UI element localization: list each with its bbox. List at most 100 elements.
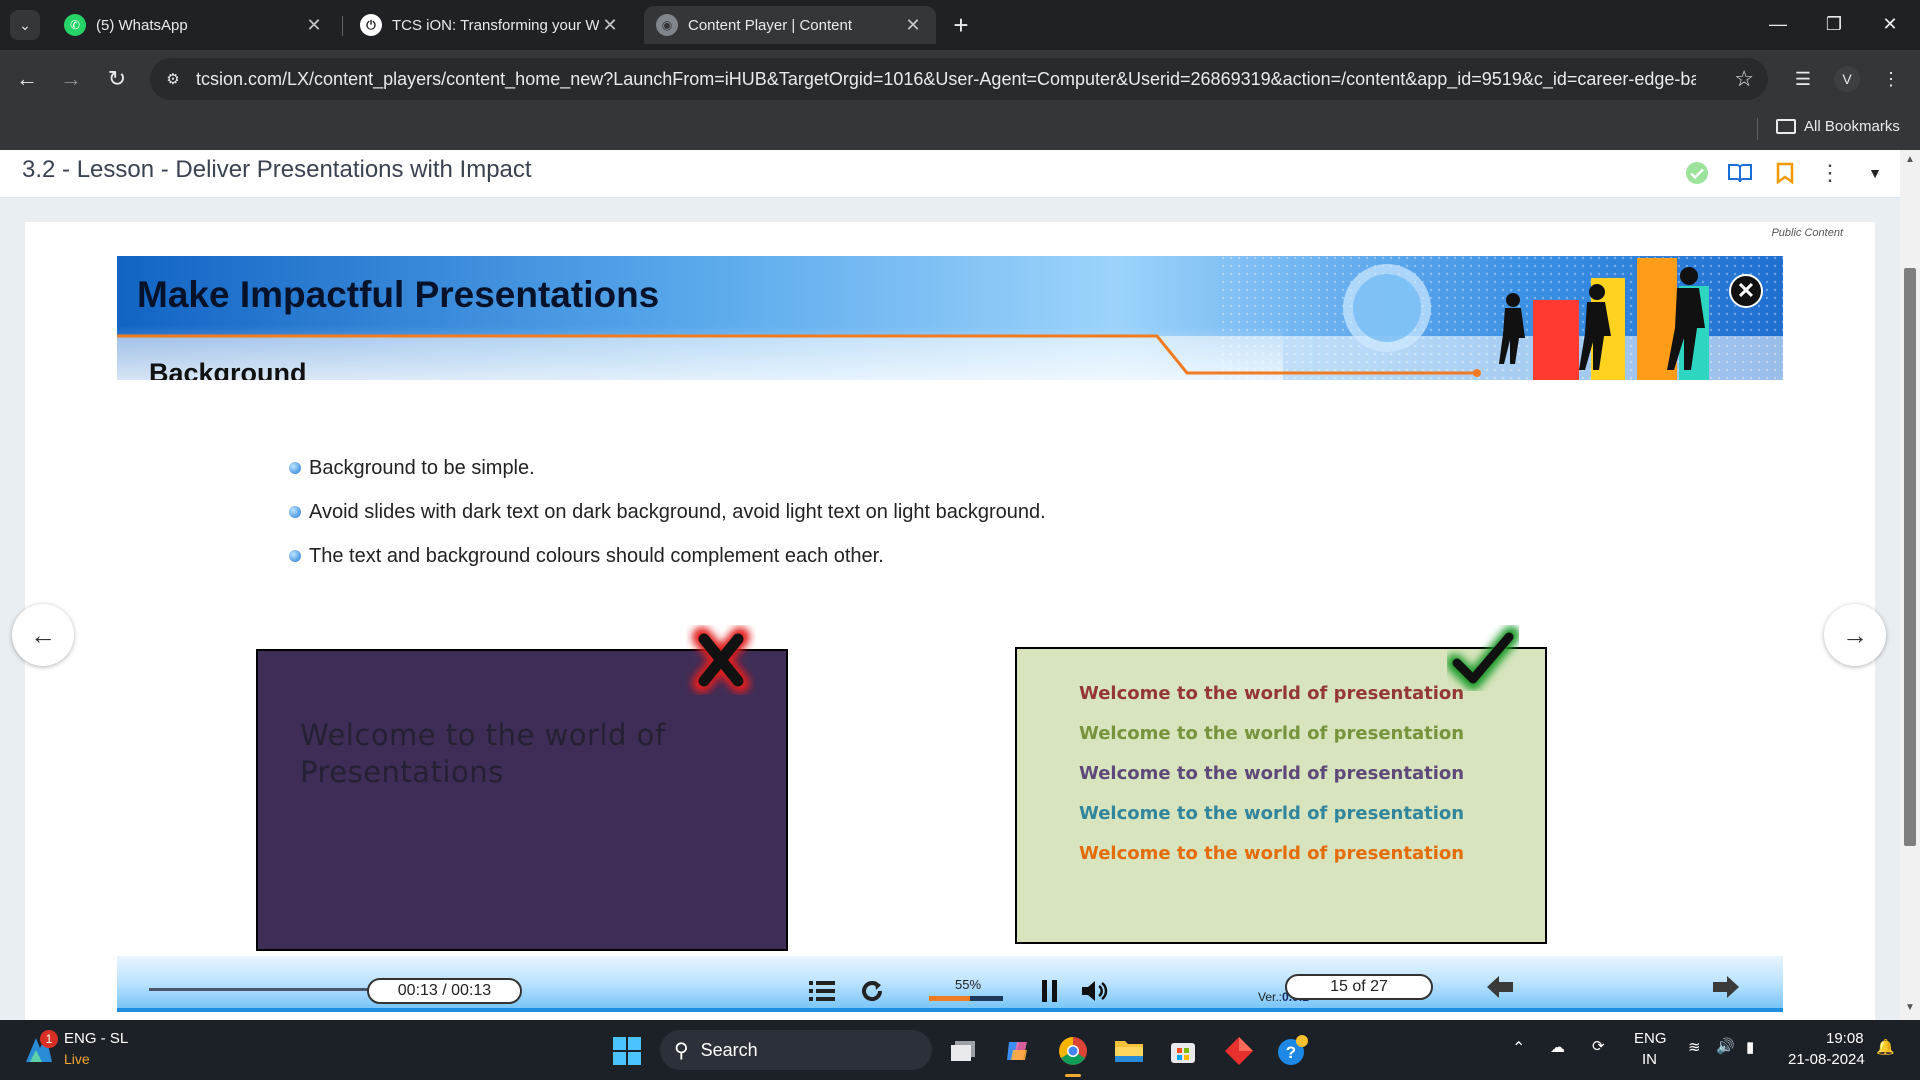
- bookmark-star-icon[interactable]: ☆: [1734, 66, 1754, 92]
- language-bottom[interactable]: IN: [1642, 1051, 1657, 1068]
- tab-title: Content Player | Content: [688, 16, 852, 34]
- bullet-icon: [289, 462, 301, 474]
- notification-bell-icon[interactable]: 🔔: [1876, 1038, 1895, 1056]
- bad-example-text: Welcome to the world of Presentations: [300, 718, 666, 789]
- seek-bar[interactable]: [149, 988, 399, 991]
- menu-list-icon[interactable]: [807, 976, 837, 1006]
- good-example-line: Welcome to the world of presentation: [1079, 803, 1465, 824]
- active-app-indicator: [1065, 1074, 1081, 1077]
- microsoft-store-icon[interactable]: [1164, 1032, 1202, 1070]
- dropdown-caret-icon[interactable]: ▼: [1860, 158, 1890, 188]
- show-hidden-icons[interactable]: ⌃: [1512, 1038, 1525, 1058]
- new-tab-button[interactable]: +: [946, 10, 976, 40]
- tab-tcs-ion[interactable]: ⏻ TCS iON: Transforming your Wo ✕: [348, 6, 633, 44]
- close-slide-icon[interactable]: ✕: [1729, 274, 1763, 308]
- bullet-item: Avoid slides with dark text on dark back…: [289, 490, 1046, 534]
- bookmarks-separator: [1757, 118, 1758, 140]
- app-diamond-icon[interactable]: [1220, 1032, 1258, 1070]
- language-top[interactable]: ENG: [1634, 1030, 1667, 1047]
- scroll-thumb[interactable]: [1904, 268, 1916, 846]
- start-button[interactable]: [608, 1032, 646, 1070]
- onedrive-icon[interactable]: ☁: [1550, 1038, 1565, 1056]
- open-book-icon[interactable]: [1725, 158, 1755, 188]
- all-bookmarks-button[interactable]: All Bookmarks: [1776, 118, 1900, 135]
- more-options-icon[interactable]: ⋮: [1815, 158, 1845, 188]
- weather-title: ENG - SL: [64, 1030, 129, 1047]
- good-example-box: Welcome to the world of presentation Wel…: [1015, 626, 1547, 944]
- bookmarks-bar: All Bookmarks: [0, 108, 1920, 150]
- help-icon[interactable]: ?: [1274, 1032, 1312, 1070]
- chrome-icon[interactable]: [1054, 1032, 1092, 1077]
- progress-label: 55%: [955, 977, 982, 992]
- close-tab-icon[interactable]: ✕: [599, 15, 621, 36]
- slide-subtitle: Background: [149, 358, 307, 380]
- previous-button[interactable]: ←: [12, 604, 74, 666]
- close-window-button[interactable]: ✕: [1862, 0, 1918, 48]
- globe-icon: ◉: [656, 14, 678, 36]
- bullet-icon: [289, 550, 301, 562]
- public-content-label: Public Content: [1771, 227, 1843, 239]
- url-text[interactable]: tcsion.com/LX/content_players/content_ho…: [196, 69, 1696, 90]
- svg-text:?: ?: [1286, 1043, 1296, 1062]
- replay-icon[interactable]: [857, 976, 887, 1006]
- taskbar-search[interactable]: ⚲ Search: [660, 1030, 932, 1070]
- player-controls: 00:13 / 00:13 55% Ver.: 15 of 27: [117, 956, 1783, 1012]
- restore-button[interactable]: ❐: [1806, 0, 1862, 48]
- good-example-line: Welcome to the world of presentation: [1079, 843, 1465, 864]
- task-view-icon[interactable]: [944, 1032, 982, 1070]
- clock-date[interactable]: 21-08-2024: [1788, 1051, 1865, 1068]
- speaker-icon[interactable]: 🔊: [1716, 1037, 1735, 1055]
- lesson-title: 3.2 - Lesson - Deliver Presentations wit…: [22, 156, 532, 183]
- tab-content-player[interactable]: ◉ Content Player | Content ✕: [644, 6, 936, 44]
- tab-search-button[interactable]: ⌄: [10, 10, 40, 40]
- good-example-line: Welcome to the world of presentation: [1079, 723, 1465, 744]
- bookmark-icon[interactable]: [1770, 158, 1800, 188]
- time-display: 00:13 / 00:13: [367, 978, 522, 1004]
- slide: Make Impactful Presentations Background …: [117, 256, 1783, 1012]
- bullet-item: Background to be simple.: [289, 446, 1046, 490]
- reload-button[interactable]: ↻: [102, 64, 132, 94]
- tab-whatsapp[interactable]: ✆ (5) WhatsApp ✕: [52, 6, 337, 44]
- next-button[interactable]: →: [1824, 604, 1886, 666]
- tab-title: (5) WhatsApp: [96, 16, 188, 34]
- address-bar[interactable]: ⚙ tcsion.com/LX/content_players/content_…: [150, 58, 1768, 100]
- page-indicator: 15 of 27: [1285, 974, 1433, 1000]
- scroll-up-icon[interactable]: ▲: [1904, 154, 1916, 166]
- profile-avatar[interactable]: V: [1834, 66, 1860, 92]
- sync-icon[interactable]: ⟳: [1592, 1037, 1605, 1055]
- content-card: Public Content Make Impactful Presentati…: [25, 222, 1875, 1020]
- clock-time[interactable]: 19:08: [1826, 1030, 1864, 1047]
- version-prefix: Ver.:: [1258, 990, 1283, 1004]
- close-tab-icon[interactable]: ✕: [902, 15, 924, 36]
- bullet-text: Background to be simple.: [309, 456, 535, 479]
- back-button[interactable]: ←: [12, 64, 42, 94]
- tab-strip: ⌄ ✆ (5) WhatsApp ✕ ⏻ TCS iON: Transformi…: [0, 0, 1920, 50]
- whatsapp-icon: ✆: [64, 14, 86, 36]
- tab-title: TCS iON: Transforming your Wo: [392, 16, 599, 34]
- wifi-icon[interactable]: ≋: [1688, 1038, 1701, 1056]
- taskbar: 1 ENG - SL Live ⚲ Search ? ⌃ ☁ ⟳ ENG IN …: [0, 1020, 1920, 1080]
- slide-banner: Make Impactful Presentations Background …: [117, 256, 1783, 380]
- scroll-down-icon[interactable]: ▼: [1904, 1002, 1916, 1014]
- minimize-button[interactable]: —: [1750, 0, 1806, 48]
- bullet-icon: [289, 506, 301, 518]
- previous-page-icon[interactable]: [1483, 972, 1517, 1002]
- copilot-icon[interactable]: [999, 1032, 1037, 1070]
- search-label: Search: [700, 1039, 758, 1060]
- chevron-down-icon: ⌄: [19, 16, 31, 33]
- site-info-icon[interactable]: ⚙: [162, 68, 184, 90]
- page-scrollbar[interactable]: ▲ ▼: [1900, 150, 1920, 1020]
- file-explorer-icon[interactable]: [1110, 1032, 1148, 1070]
- browser-menu-icon[interactable]: ⋮: [1876, 64, 1906, 94]
- battery-icon[interactable]: ▮: [1746, 1038, 1754, 1056]
- close-tab-icon[interactable]: ✕: [303, 15, 325, 36]
- folder-icon: [1776, 119, 1796, 134]
- pause-icon[interactable]: [1037, 976, 1063, 1006]
- media-controls-icon[interactable]: ☰: [1788, 64, 1818, 94]
- weather-widget[interactable]: 1: [22, 1030, 62, 1070]
- tcs-ion-icon: ⏻: [360, 14, 382, 36]
- next-page-icon[interactable]: [1709, 972, 1743, 1002]
- forward-button[interactable]: →: [56, 64, 86, 94]
- volume-icon[interactable]: [1079, 976, 1111, 1006]
- bullet-text: The text and background colours should c…: [309, 544, 884, 567]
